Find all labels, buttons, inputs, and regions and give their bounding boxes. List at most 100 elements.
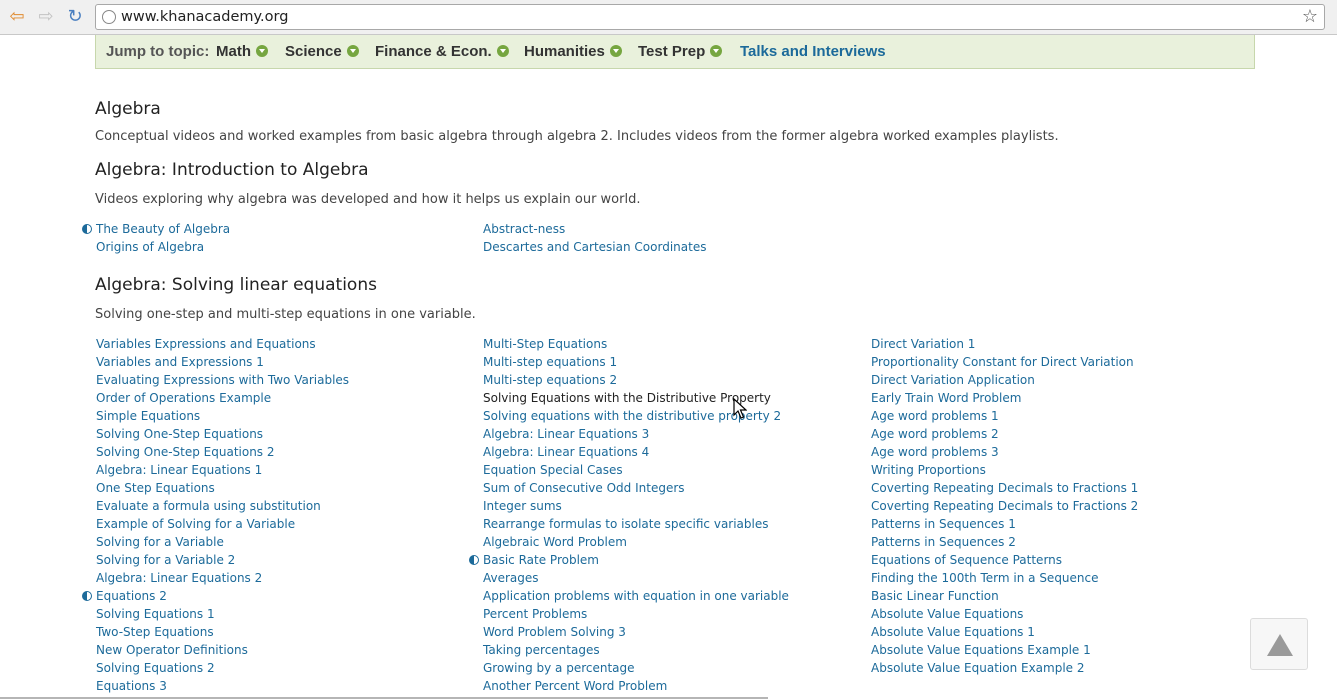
video-link[interactable]: Multi-step equations 2 (483, 371, 789, 389)
video-link[interactable]: Proportionality Constant for Direct Vari… (871, 353, 1138, 371)
video-link[interactable]: Percent Problems (483, 605, 789, 623)
video-link-label: Algebra: Linear Equations 4 (483, 445, 650, 459)
url-text[interactable]: www.khanacademy.org (121, 9, 288, 25)
video-link[interactable]: Growing by a percentage (483, 659, 789, 677)
forward-arrow-icon[interactable]: ⇨ (35, 6, 57, 28)
video-link[interactable]: Evaluate a formula using substitution (96, 497, 349, 515)
video-link[interactable]: Solving for a Variable (96, 533, 349, 551)
video-link[interactable]: Variables Expressions and Equations (96, 335, 349, 353)
video-link-label: Origins of Algebra (96, 240, 205, 254)
video-link[interactable]: Solving Equations 1 (96, 605, 349, 623)
bookmark-star-icon[interactable]: ☆ (1302, 6, 1318, 27)
intro-column-2: Abstract-ness Descartes and Cartesian Coo… (483, 220, 706, 256)
video-link-label: Order of Operations Example (96, 391, 272, 405)
video-link[interactable]: Integer sums (483, 497, 789, 515)
video-link[interactable]: The Beauty of Algebra (82, 220, 230, 238)
video-link-label: Algebraic Word Problem (483, 535, 627, 549)
video-link[interactable]: Multi-Step Equations (483, 335, 789, 353)
linear-column-3: Direct Variation 1 Proportionality Consta… (871, 335, 1138, 677)
video-link[interactable]: Origins of Algebra (96, 238, 230, 256)
video-link[interactable]: Absolute Value Equations Example 1 (871, 641, 1138, 659)
video-link[interactable]: Finding the 100th Term in a Sequence (871, 569, 1138, 587)
video-link[interactable]: Equations of Sequence Patterns (871, 551, 1138, 569)
reload-icon[interactable]: ↻ (64, 6, 86, 28)
back-arrow-icon[interactable]: ⇦ (6, 6, 28, 28)
video-link[interactable]: Taking percentages (483, 641, 789, 659)
video-link-label: Coverting Repeating Decimals to Fraction… (871, 481, 1139, 495)
video-link[interactable]: Absolute Value Equations (871, 605, 1138, 623)
topic-test-prep[interactable]: Test Prep (638, 43, 723, 60)
scroll-to-top-button[interactable] (1250, 618, 1308, 670)
mouse-pointer-icon (733, 398, 747, 419)
topic-finance[interactable]: Finance & Econ. (375, 43, 509, 60)
video-link-label: Equations 3 (96, 679, 167, 693)
topic-bar: Jump to topic: Math Science Finance & Ec… (95, 35, 1255, 69)
video-link[interactable]: Abstract-ness (483, 220, 706, 238)
video-link[interactable]: Simple Equations (96, 407, 349, 425)
video-link[interactable]: Writing Proportions (871, 461, 1138, 479)
video-link[interactable]: Averages (483, 569, 789, 587)
video-link[interactable]: Multi-step equations 1 (483, 353, 789, 371)
chevron-down-icon (710, 45, 723, 57)
video-link[interactable]: Age word problems 1 (871, 407, 1138, 425)
video-link[interactable]: Solving One-Step Equations (96, 425, 349, 443)
video-link[interactable]: Another Percent Word Problem (483, 677, 789, 695)
video-link[interactable]: One Step Equations (96, 479, 349, 497)
video-link[interactable]: Direct Variation 1 (871, 335, 1138, 353)
video-link[interactable]: Example of Solving for a Variable (96, 515, 349, 533)
video-link[interactable]: Patterns in Sequences 1 (871, 515, 1138, 533)
video-link[interactable]: Variables and Expressions 1 (96, 353, 349, 371)
video-link-label: Solving Equations with the Distributive … (483, 391, 771, 405)
video-link[interactable]: Coverting Repeating Decimals to Fraction… (871, 497, 1138, 515)
video-link-label: One Step Equations (96, 481, 215, 495)
video-link-label: Abstract-ness (483, 222, 566, 236)
video-link-label: Rearrange formulas to isolate specific v… (483, 517, 769, 531)
video-link-label: Descartes and Cartesian Coordinates (483, 240, 707, 254)
video-link[interactable]: Equations 3 (96, 677, 349, 695)
topic-math[interactable]: Math (216, 43, 268, 60)
video-link[interactable]: Order of Operations Example (96, 389, 349, 407)
video-link[interactable]: Solving for a Variable 2 (96, 551, 349, 569)
topic-talks-interviews[interactable]: Talks and Interviews (740, 43, 886, 60)
video-link[interactable]: Coverting Repeating Decimals to Fraction… (871, 479, 1138, 497)
topic-humanities[interactable]: Humanities (524, 43, 622, 60)
video-link[interactable]: Solving Equations 2 (96, 659, 349, 677)
video-link-label: Basic Linear Function (871, 589, 999, 603)
video-link[interactable]: Descartes and Cartesian Coordinates (483, 238, 706, 256)
video-link[interactable]: Early Train Word Problem (871, 389, 1138, 407)
video-link[interactable]: Two-Step Equations (96, 623, 349, 641)
video-link[interactable]: Algebra: Linear Equations 2 (96, 569, 349, 587)
video-link[interactable]: Word Problem Solving 3 (483, 623, 789, 641)
video-link[interactable]: Absolute Value Equations 1 (871, 623, 1138, 641)
video-link[interactable]: Absolute Value Equation Example 2 (871, 659, 1138, 677)
address-bar[interactable]: www.khanacademy.org ☆ (95, 4, 1325, 30)
video-link[interactable]: Basic Rate Problem (469, 551, 789, 569)
video-link[interactable]: Equations 2 (82, 587, 349, 605)
algebra-title: Algebra (95, 99, 161, 119)
video-link-label: Percent Problems (483, 607, 588, 621)
video-link[interactable]: Algebra: Linear Equations 4 (483, 443, 789, 461)
video-link[interactable]: Sum of Consecutive Odd Integers (483, 479, 789, 497)
video-link[interactable]: Application problems with equation in on… (483, 587, 789, 605)
video-link-label: Application problems with equation in on… (483, 589, 789, 603)
video-link[interactable]: Solving One-Step Equations 2 (96, 443, 349, 461)
video-link[interactable]: Algebra: Linear Equations 3 (483, 425, 789, 443)
video-link[interactable]: Algebraic Word Problem (483, 533, 789, 551)
video-link[interactable]: New Operator Definitions (96, 641, 349, 659)
topic-science[interactable]: Science (285, 43, 359, 60)
video-link-label: Equation Special Cases (483, 463, 623, 477)
video-link[interactable]: Basic Linear Function (871, 587, 1138, 605)
video-link[interactable]: Age word problems 3 (871, 443, 1138, 461)
video-link-label: Algebra: Linear Equations 1 (96, 463, 263, 477)
chevron-down-icon (609, 45, 622, 57)
video-link[interactable]: Algebra: Linear Equations 1 (96, 461, 349, 479)
video-link[interactable]: Patterns in Sequences 2 (871, 533, 1138, 551)
video-link-label: Equations 2 (96, 589, 167, 603)
video-link[interactable]: Evaluating Expressions with Two Variable… (96, 371, 349, 389)
video-link[interactable]: Direct Variation Application (871, 371, 1138, 389)
video-link[interactable]: Age word problems 2 (871, 425, 1138, 443)
video-link[interactable]: Rearrange formulas to isolate specific v… (483, 515, 789, 533)
video-link[interactable]: Equation Special Cases (483, 461, 789, 479)
video-link-label: Age word problems 3 (871, 445, 999, 459)
linear-description: Solving one-step and multi-step equation… (95, 307, 476, 322)
